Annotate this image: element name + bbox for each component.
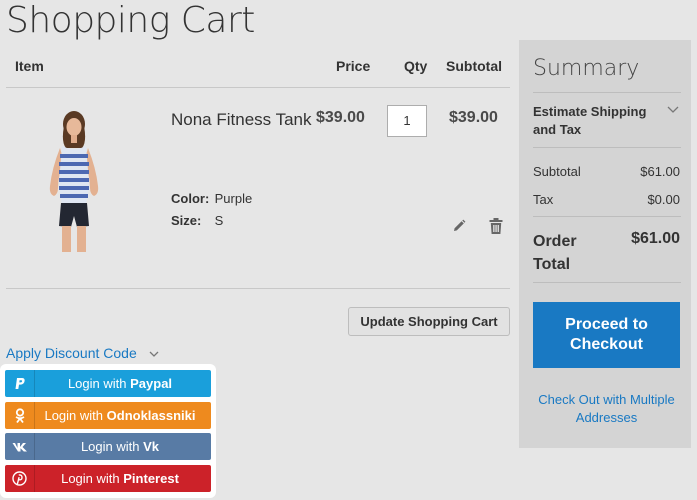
proceed-to-checkout-button[interactable]: Proceed to Checkout <box>533 302 680 368</box>
option-value: Purple <box>214 191 253 206</box>
product-subtotal: $39.00 <box>449 109 498 126</box>
social-prefix: Login with <box>61 471 120 486</box>
option-label: Size: <box>171 213 202 228</box>
summary-subtotal-row: Subtotal $61.00 <box>533 164 680 179</box>
login-pinterest-button[interactable]: Login with Pinterest <box>5 465 211 492</box>
trash-icon[interactable] <box>489 218 503 234</box>
social-login-panel: Login with Paypal Login with Odnoklassni… <box>0 364 216 498</box>
multiple-addresses-link[interactable]: Check Out with Multiple Addresses <box>533 391 680 427</box>
option-value: S <box>214 213 224 228</box>
chevron-down-icon[interactable] <box>667 106 679 113</box>
social-provider: Paypal <box>130 376 173 391</box>
apply-discount-toggle[interactable]: Apply Discount Code <box>6 345 159 361</box>
option-size: Size: S <box>171 213 223 228</box>
cart-table-header: Item Price Qty Subtotal <box>6 40 510 88</box>
divider <box>533 282 681 283</box>
header-item: Item <box>15 58 44 74</box>
tax-value: $0.00 <box>647 192 680 207</box>
tax-label: Tax <box>533 192 554 207</box>
pencil-icon[interactable] <box>452 219 466 233</box>
order-total-value: $61.00 <box>631 230 680 247</box>
header-price: Price <box>336 58 371 74</box>
social-prefix: Login with <box>67 376 127 391</box>
order-summary: Summary Estimate Shipping and Tax Subtot… <box>519 40 691 448</box>
paypal-icon <box>5 370 35 397</box>
social-provider: Vk <box>143 439 160 454</box>
product-name-link[interactable]: Nona Fitness Tank <box>171 110 311 130</box>
pinterest-icon <box>5 465 35 492</box>
social-prefix: Login with <box>80 439 140 454</box>
estimate-shipping-toggle[interactable]: Estimate Shipping and Tax <box>533 103 653 139</box>
summary-title: Summary <box>533 56 640 81</box>
subtotal-value: $61.00 <box>640 164 680 179</box>
summary-tax-row: Tax $0.00 <box>533 192 680 207</box>
divider <box>533 216 681 217</box>
cart-table: Item Price Qty Subtotal Nona Fitness Tan… <box>6 40 510 289</box>
header-qty: Qty <box>404 58 428 74</box>
login-odnoklassniki-button[interactable]: Login with Odnoklassniki <box>5 402 211 429</box>
option-color: Color: Purple <box>171 191 252 206</box>
cart-item-row: Nona Fitness Tank $39.00 1 $39.00 Color:… <box>6 88 510 289</box>
product-image[interactable] <box>28 108 120 252</box>
product-price: $39.00 <box>316 109 365 126</box>
qty-input[interactable]: 1 <box>387 105 427 137</box>
login-vk-button[interactable]: Login with Vk <box>5 433 211 460</box>
social-provider: Pinterest <box>123 471 179 486</box>
odnoklassniki-icon <box>5 402 35 429</box>
chevron-down-icon <box>149 351 159 358</box>
update-cart-button[interactable]: Update Shopping Cart <box>348 307 510 336</box>
header-subtotal: Subtotal <box>446 58 502 74</box>
page-title: Shopping Cart <box>6 0 255 41</box>
divider <box>533 92 681 93</box>
divider <box>533 147 681 148</box>
option-label: Color: <box>171 191 210 206</box>
order-total-label: Order Total <box>533 233 577 273</box>
subtotal-label: Subtotal <box>533 164 581 179</box>
social-prefix: Login with <box>44 408 104 423</box>
discount-label: Apply Discount Code <box>6 345 137 361</box>
login-paypal-button[interactable]: Login with Paypal <box>5 370 211 397</box>
social-provider: Odnoklassniki <box>106 408 196 423</box>
vk-icon <box>5 433 35 460</box>
